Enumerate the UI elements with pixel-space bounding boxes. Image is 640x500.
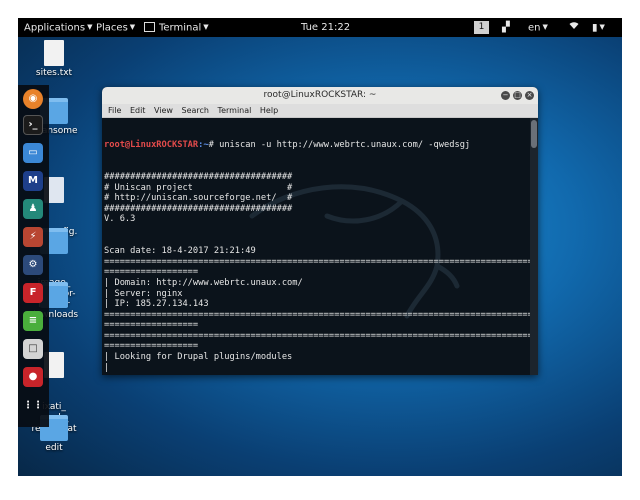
terminal-output-line: ================== xyxy=(104,341,199,352)
terminal-output-line: V. 6.3 xyxy=(104,214,136,225)
terminal-menubar: File Edit View Search Terminal Help xyxy=(102,104,538,118)
terminal-output-line: # Uniscan project # xyxy=(104,182,293,193)
terminal-output-line: Scan date: 18-4-2017 21:21:49 xyxy=(104,246,256,257)
desktop-screen: Applications ▼ Places ▼ Terminal ▼ Tue 21:2… xyxy=(18,18,622,476)
terminal-output-line: | IP: 185.27.134.143 xyxy=(104,299,209,310)
terminal-output-line: ========================================… xyxy=(104,256,538,267)
prompt-command: uniscan -u http://www.webrtc.unaux.com/ … xyxy=(219,140,471,151)
chevron-down-icon: ▼ xyxy=(129,23,136,31)
maltego-icon[interactable]: ⚙ xyxy=(23,255,43,275)
terminal-app-label: Terminal xyxy=(159,22,202,34)
recordmydesktop-icon[interactable]: ● xyxy=(23,367,43,387)
scrollbar-thumb[interactable] xyxy=(531,120,537,148)
files-icon[interactable]: ▭ xyxy=(23,143,43,163)
armitage-icon[interactable]: ♟ xyxy=(23,199,43,219)
menu-file[interactable]: File xyxy=(108,106,121,115)
wifi-icon[interactable] xyxy=(569,18,579,37)
chevron-down-icon: ▼ xyxy=(87,23,93,31)
terminal-output-line: ========================================… xyxy=(104,309,538,320)
menu-search[interactable]: Search xyxy=(182,106,209,115)
text-file-icon xyxy=(44,40,64,66)
maximize-icon[interactable]: □ xyxy=(513,91,522,100)
workspace-indicator[interactable]: 1 xyxy=(474,21,489,34)
terminal-title: root@LinuxROCKSTAR: ~ xyxy=(263,90,377,100)
terminal-output-line: | Domain: http://www.webrtc.unaux.com/ xyxy=(104,277,303,288)
terminal-output-line: # http://uniscan.sourceforge.net/ # xyxy=(104,193,293,204)
chevron-down-icon: ▼ xyxy=(203,23,209,31)
cutycapt-icon[interactable]: □ xyxy=(23,339,43,359)
terminal-output-line: ================== xyxy=(104,267,199,278)
firefox-icon[interactable]: ◉ xyxy=(23,89,43,109)
chevron-down-icon: ▼ xyxy=(599,23,605,31)
language-menu[interactable]: en ▼ xyxy=(528,18,548,38)
clock[interactable]: Tue 21:22 xyxy=(301,18,350,37)
battery-icon: ▮ xyxy=(592,22,598,34)
menu-view[interactable]: View xyxy=(154,106,173,115)
terminal-output-line: ========================================… xyxy=(104,373,538,375)
prompt-symbol: # xyxy=(208,140,220,151)
prompt-path: :~ xyxy=(198,140,209,151)
leafpad-icon[interactable]: ≡ xyxy=(23,311,43,331)
terminal-output-line: | xyxy=(104,362,110,373)
burpsuite-icon[interactable]: ⚡ xyxy=(23,227,43,247)
menu-terminal[interactable]: Terminal xyxy=(218,106,252,115)
chevron-down-icon: ▼ xyxy=(542,23,548,31)
terminal-icon[interactable]: ›_ xyxy=(23,115,43,135)
language-label: en xyxy=(528,22,541,34)
applications-menu[interactable]: Applications ▼ xyxy=(24,18,92,38)
terminal-titlebar[interactable]: root@LinuxROCKSTAR: ~ − □ × xyxy=(102,87,538,104)
prompt-user: root@LinuxROCKSTAR xyxy=(104,140,199,151)
terminal-scrollbar[interactable] xyxy=(530,118,538,375)
power-menu[interactable]: ▮ ▼ xyxy=(592,18,605,38)
show-applications-icon[interactable]: ⋮⋮ xyxy=(23,396,43,416)
places-menu[interactable]: Places ▼ xyxy=(96,18,135,38)
top-panel: Applications ▼ Places ▼ Terminal ▼ Tue 21:2… xyxy=(18,18,622,37)
metasploit-icon[interactable]: M xyxy=(23,171,43,191)
desktop-icon-label: sites.txt xyxy=(35,68,73,78)
menu-edit[interactable]: Edit xyxy=(130,106,146,115)
faraday-icon[interactable]: F xyxy=(23,283,43,303)
terminal-output-line: #################################### xyxy=(104,171,293,182)
places-label: Places xyxy=(96,22,128,34)
terminal-output[interactable]: root@LinuxROCKSTAR:~# uniscan -u http://… xyxy=(102,118,538,375)
terminal-output-line: ========================================… xyxy=(104,330,538,341)
output-lines: #################################### # Un… xyxy=(104,171,538,375)
terminal-output-line: | Looking for Drupal plugins/modules xyxy=(104,352,293,363)
terminal-icon xyxy=(144,21,155,32)
close-icon[interactable]: × xyxy=(525,91,534,100)
terminal-text: root@LinuxROCKSTAR:~# uniscan -u http://… xyxy=(104,119,538,375)
terminal-output-line: #################################### xyxy=(104,203,293,214)
applications-label: Applications xyxy=(24,22,86,34)
menu-help[interactable]: Help xyxy=(260,106,278,115)
terminal-output-line: | Server: nginx xyxy=(104,288,183,299)
desktop-icon-sites-txt[interactable]: sites.txt xyxy=(19,40,89,79)
network-connections-icon[interactable]: ▞ xyxy=(502,18,510,37)
terminal-app-menu[interactable]: Terminal ▼ xyxy=(144,18,209,38)
terminal-output-line: ================== xyxy=(104,320,199,331)
minimize-icon[interactable]: − xyxy=(501,91,510,100)
favorites-dock: ◉ ›_ ▭ M ♟ ⚡ ⚙ F ≡ □ ● ⋮⋮ xyxy=(18,85,49,427)
prompt-line: root@LinuxROCKSTAR:~# uniscan -u http://… xyxy=(104,140,526,151)
terminal-window[interactable]: root@LinuxROCKSTAR: ~ − □ × File Edit Vi… xyxy=(102,87,538,375)
desktop-icon-label: edit xyxy=(45,443,63,453)
